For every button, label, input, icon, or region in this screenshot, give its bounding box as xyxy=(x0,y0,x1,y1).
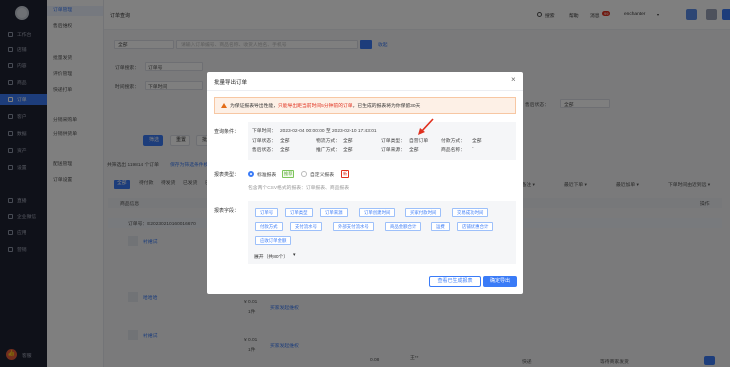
field-chip-0[interactable]: 订单号 xyxy=(255,208,279,217)
warning-prefix: 为保证报表导出性能， xyxy=(230,104,278,109)
new-tag: 新 xyxy=(341,170,350,178)
confirm-export-button[interactable]: 确定导出 xyxy=(483,276,517,287)
custom-report-label[interactable]: 自定义报表 xyxy=(310,171,334,178)
field-chip-10[interactable]: 运费 xyxy=(431,222,450,231)
close-icon[interactable]: × xyxy=(511,76,516,84)
condition-value-1: 全部 xyxy=(343,139,353,144)
field-chip-12[interactable]: 应收订单金额 xyxy=(255,236,292,245)
warning-highlight: 只能导出距当前时间5分钟前的订单 xyxy=(277,104,353,109)
custom-report-radio[interactable] xyxy=(301,171,307,177)
field-chip-11[interactable]: 店铺优惠合计 xyxy=(457,222,494,231)
standard-report-radio[interactable] xyxy=(248,171,254,177)
condition-value-0: 全部 xyxy=(280,139,290,144)
field-chip-7[interactable]: 支付流水号 xyxy=(290,222,322,231)
fields-label: 报表字段： xyxy=(214,208,240,214)
warning-suffix: ，已生成的报表将为你保留30天 xyxy=(352,104,421,109)
expand-caret-icon[interactable]: ▾ xyxy=(293,252,296,258)
condition-label-5: 推广方式： xyxy=(316,148,340,153)
export-dialog: 批量导出订单 × 为保证报表导出性能， 只能导出距当前时间5分钟前的订单 ，已生… xyxy=(207,72,523,294)
field-chip-5[interactable]: 交易成功时间 xyxy=(452,208,489,217)
condition-label-2: 订单类型： xyxy=(381,139,405,144)
field-chip-4[interactable]: 买家付款时间 xyxy=(405,208,442,217)
condition-label-4: 售后状态： xyxy=(252,148,276,153)
condition-value-7: - xyxy=(472,146,474,151)
recommend-tag: 推荐 xyxy=(282,170,295,178)
divider xyxy=(207,90,523,91)
condition-value-4: 全部 xyxy=(280,148,290,153)
condition-value-5: 全部 xyxy=(343,148,353,153)
condition-value-6: 全部 xyxy=(409,148,419,153)
expand-fields-link[interactable]: 展开（共80个） xyxy=(254,253,288,260)
warning-banner: 为保证报表导出性能， 只能导出距当前时间5分钟前的订单 ，已生成的报表将为你保留… xyxy=(214,97,516,114)
field-chip-3[interactable]: 订单创建时间 xyxy=(359,208,396,217)
condition-label-1: 物流方式： xyxy=(316,139,340,144)
condition-label-0: 订单状态： xyxy=(252,139,276,144)
field-chip-2[interactable]: 订单来源 xyxy=(320,208,348,217)
report-type-label: 报表类型： xyxy=(214,172,240,178)
field-chip-9[interactable]: 商品金额合计 xyxy=(385,222,422,231)
field-chip-1[interactable]: 订单类型 xyxy=(285,208,313,217)
condition-value-3: 全部 xyxy=(472,139,482,144)
condition-label-7: 商品名称： xyxy=(441,148,465,153)
condition-label-3: 付款方式： xyxy=(441,139,465,144)
annotation-arrow-icon xyxy=(418,118,434,135)
standard-report-label[interactable]: 标准报表 xyxy=(257,171,276,178)
order-time-label: 下单时间： xyxy=(252,129,276,134)
field-chip-6[interactable]: 付款方式 xyxy=(255,222,283,231)
condition-label-6: 订单来源： xyxy=(381,148,405,153)
warning-icon xyxy=(221,103,227,108)
query-label: 查询条件： xyxy=(214,129,240,135)
dialog-title: 批量导出订单 xyxy=(214,80,248,86)
report-hint: 包含两个CSV格式的报表：订单报表、商品报表 xyxy=(248,186,350,191)
condition-value-2: 自营订单 xyxy=(409,139,429,144)
order-time-value: 2023-02-04 00:00:00 至 2023-02-10 17:43:0… xyxy=(280,129,377,134)
field-chip-8[interactable]: 外部支付流水号 xyxy=(333,222,374,231)
view-reports-button[interactable]: 查看已生成报表 xyxy=(429,276,481,287)
